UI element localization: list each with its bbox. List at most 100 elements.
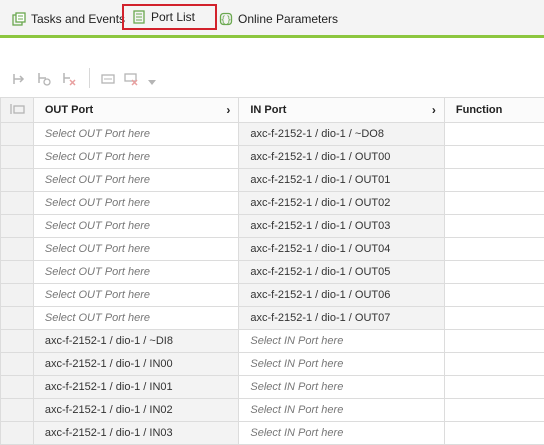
row-select-cell[interactable]: [1, 146, 34, 169]
table-row[interactable]: Select OUT Port hereaxc-f-2152-1 / dio-1…: [1, 192, 544, 215]
in-port-cell[interactable]: Select IN Port here: [239, 422, 445, 445]
row-select-cell[interactable]: [1, 330, 34, 353]
out-port-cell[interactable]: axc-f-2152-1 / dio-1 / IN00: [33, 353, 239, 376]
tab-label: Port List: [151, 10, 195, 24]
column-header-label: OUT Port: [45, 104, 93, 116]
disconnect-icon[interactable]: [60, 70, 78, 88]
column-header-label: IN Port: [250, 104, 286, 116]
function-cell[interactable]: [444, 215, 544, 238]
in-port-cell[interactable]: Select IN Port here: [239, 399, 445, 422]
function-cell[interactable]: [444, 307, 544, 330]
in-port-cell[interactable]: axc-f-2152-1 / dio-1 / OUT00: [239, 146, 445, 169]
toolbar-separator: [89, 68, 90, 88]
in-port-cell[interactable]: axc-f-2152-1 / dio-1 / OUT01: [239, 169, 445, 192]
out-port-cell[interactable]: axc-f-2152-1 / dio-1 / ~DI8: [33, 330, 239, 353]
row-select-cell[interactable]: [1, 169, 34, 192]
table-row[interactable]: Select OUT Port hereaxc-f-2152-1 / dio-1…: [1, 169, 544, 192]
accent-line: [0, 35, 544, 38]
tab-tasks-and-events[interactable]: Tasks and Events: [12, 9, 125, 29]
out-port-cell[interactable]: axc-f-2152-1 / dio-1 / IN02: [33, 399, 239, 422]
in-port-cell[interactable]: axc-f-2152-1 / dio-1 / OUT04: [239, 238, 445, 261]
row-select-cell[interactable]: [1, 238, 34, 261]
table-row[interactable]: axc-f-2152-1 / dio-1 / IN02Select IN Por…: [1, 399, 544, 422]
in-port-cell[interactable]: Select IN Port here: [239, 330, 445, 353]
out-port-cell[interactable]: Select OUT Port here: [33, 238, 239, 261]
column-header-function[interactable]: Function: [444, 98, 544, 123]
function-cell[interactable]: [444, 376, 544, 399]
row-select-cell[interactable]: [1, 261, 34, 284]
table-row[interactable]: Select OUT Port hereaxc-f-2152-1 / dio-1…: [1, 123, 544, 146]
function-cell[interactable]: [444, 146, 544, 169]
out-port-cell[interactable]: Select OUT Port here: [33, 261, 239, 284]
tasks-events-icon: [12, 12, 26, 26]
in-port-cell[interactable]: Select IN Port here: [239, 353, 445, 376]
out-port-cell[interactable]: Select OUT Port here: [33, 169, 239, 192]
table-row[interactable]: Select OUT Port hereaxc-f-2152-1 / dio-1…: [1, 146, 544, 169]
function-cell[interactable]: [444, 261, 544, 284]
out-port-cell[interactable]: Select OUT Port here: [33, 284, 239, 307]
function-cell[interactable]: [444, 330, 544, 353]
row-select-cell[interactable]: [1, 422, 34, 445]
svg-text:{}: {}: [220, 16, 231, 26]
in-port-cell[interactable]: axc-f-2152-1 / dio-1 / OUT07: [239, 307, 445, 330]
out-port-cell[interactable]: Select OUT Port here: [33, 146, 239, 169]
in-port-cell[interactable]: axc-f-2152-1 / dio-1 / ~DO8: [239, 123, 445, 146]
out-port-cell[interactable]: Select OUT Port here: [33, 215, 239, 238]
toolbar: [0, 64, 544, 92]
out-port-cell[interactable]: axc-f-2152-1 / dio-1 / IN03: [33, 422, 239, 445]
in-port-cell[interactable]: axc-f-2152-1 / dio-1 / OUT05: [239, 261, 445, 284]
function-cell[interactable]: [444, 123, 544, 146]
in-port-cell[interactable]: axc-f-2152-1 / dio-1 / OUT02: [239, 192, 445, 215]
function-cell[interactable]: [444, 192, 544, 215]
table-row[interactable]: Select OUT Port hereaxc-f-2152-1 / dio-1…: [1, 238, 544, 261]
tab-port-list[interactable]: Port List: [124, 6, 215, 28]
column-header-out-port[interactable]: OUT Port ›: [33, 98, 239, 123]
chevron-right-icon[interactable]: ›: [226, 103, 230, 117]
connect-port-icon[interactable]: [10, 70, 28, 88]
remove-group-icon[interactable]: [122, 70, 140, 88]
function-cell[interactable]: [444, 284, 544, 307]
in-port-cell[interactable]: axc-f-2152-1 / dio-1 / OUT06: [239, 284, 445, 307]
column-header-in-port[interactable]: IN Port ›: [239, 98, 445, 123]
row-select-cell[interactable]: [1, 399, 34, 422]
in-port-cell[interactable]: Select IN Port here: [239, 376, 445, 399]
chevron-right-icon[interactable]: ›: [432, 103, 436, 117]
out-port-cell[interactable]: Select OUT Port here: [33, 192, 239, 215]
function-cell[interactable]: [444, 169, 544, 192]
auto-connect-icon[interactable]: [35, 70, 53, 88]
tab-label: Tasks and Events: [31, 12, 125, 26]
out-port-cell[interactable]: Select OUT Port here: [33, 123, 239, 146]
port-list-table: OUT Port › IN Port › Function Select OUT…: [0, 97, 544, 445]
table-row[interactable]: Select OUT Port hereaxc-f-2152-1 / dio-1…: [1, 215, 544, 238]
port-list-icon: [132, 10, 146, 24]
group-icon[interactable]: [99, 70, 117, 88]
row-select-cell[interactable]: [1, 284, 34, 307]
table-row[interactable]: axc-f-2152-1 / dio-1 / IN03Select IN Por…: [1, 422, 544, 445]
row-select-cell[interactable]: [1, 376, 34, 399]
row-select-cell[interactable]: [1, 123, 34, 146]
column-header-label: Function: [456, 104, 502, 116]
dropdown-arrow-icon[interactable]: [147, 78, 157, 88]
online-parameters-icon: {}: [219, 12, 233, 26]
table-row[interactable]: axc-f-2152-1 / dio-1 / IN01Select IN Por…: [1, 376, 544, 399]
table-row[interactable]: axc-f-2152-1 / dio-1 / ~DI8Select IN Por…: [1, 330, 544, 353]
row-select-cell[interactable]: [1, 215, 34, 238]
out-port-cell[interactable]: axc-f-2152-1 / dio-1 / IN01: [33, 376, 239, 399]
out-port-cell[interactable]: Select OUT Port here: [33, 307, 239, 330]
function-cell[interactable]: [444, 353, 544, 376]
tab-online-parameters[interactable]: {} Online Parameters: [219, 9, 338, 29]
table-row[interactable]: Select OUT Port hereaxc-f-2152-1 / dio-1…: [1, 284, 544, 307]
row-select-cell[interactable]: [1, 192, 34, 215]
row-select-cell[interactable]: [1, 353, 34, 376]
function-cell[interactable]: [444, 238, 544, 261]
function-cell[interactable]: [444, 422, 544, 445]
function-cell[interactable]: [444, 399, 544, 422]
row-select-cell[interactable]: [1, 307, 34, 330]
tab-label: Online Parameters: [238, 12, 338, 26]
connection-header-icon: [9, 102, 27, 116]
in-port-cell[interactable]: axc-f-2152-1 / dio-1 / OUT03: [239, 215, 445, 238]
table-row[interactable]: Select OUT Port hereaxc-f-2152-1 / dio-1…: [1, 307, 544, 330]
table-row[interactable]: axc-f-2152-1 / dio-1 / IN00Select IN Por…: [1, 353, 544, 376]
table-row[interactable]: Select OUT Port hereaxc-f-2152-1 / dio-1…: [1, 261, 544, 284]
row-select-header[interactable]: [1, 98, 34, 123]
